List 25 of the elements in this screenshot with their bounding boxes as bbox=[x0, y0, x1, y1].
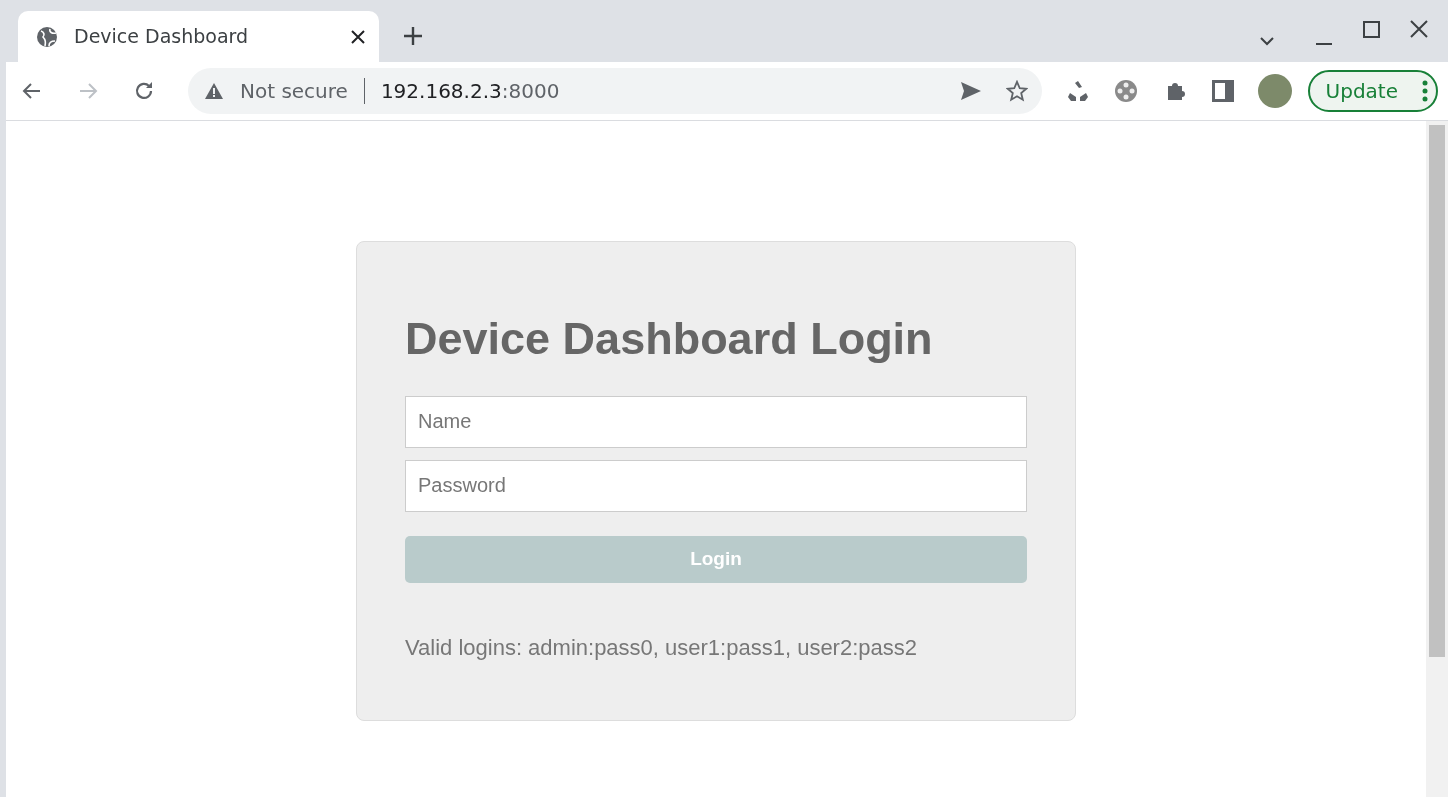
globe-icon bbox=[36, 25, 58, 48]
chevron-down-icon[interactable] bbox=[1259, 36, 1275, 46]
login-title: Device Dashboard Login bbox=[405, 314, 934, 364]
side-panel-icon[interactable] bbox=[1211, 80, 1234, 102]
new-tab-icon[interactable] bbox=[403, 26, 423, 46]
name-field[interactable]: Name bbox=[405, 395, 1027, 448]
address-bar[interactable]: Not secure 192.168.2.3:8000 bbox=[188, 68, 1042, 114]
send-icon[interactable] bbox=[959, 81, 982, 101]
more-icon[interactable] bbox=[1422, 80, 1428, 102]
close-window-icon[interactable] bbox=[1410, 20, 1428, 38]
maximize-icon[interactable] bbox=[1363, 21, 1380, 38]
url-text: 192.168.2.3:8000 bbox=[380, 78, 560, 105]
scrollbar-thumb[interactable] bbox=[1429, 125, 1445, 657]
avatar[interactable] bbox=[1257, 74, 1292, 108]
scrollbar[interactable] bbox=[1426, 121, 1448, 797]
browser-tab[interactable]: Device Dashboard bbox=[18, 11, 379, 62]
security-label[interactable]: Not secure bbox=[240, 76, 348, 106]
star-icon[interactable] bbox=[1005, 80, 1028, 102]
password-field[interactable]: Password bbox=[405, 459, 1027, 512]
update-button[interactable]: Update bbox=[1307, 70, 1438, 112]
close-icon[interactable] bbox=[351, 29, 365, 44]
valid-logins-note: Valid logins: admin:pass0, user1:pass1, user2:pass2 bbox=[405, 633, 918, 662]
tab-title: Device Dashboard bbox=[74, 24, 250, 50]
warning-icon bbox=[204, 82, 224, 100]
film-reel-icon[interactable] bbox=[1113, 78, 1140, 104]
